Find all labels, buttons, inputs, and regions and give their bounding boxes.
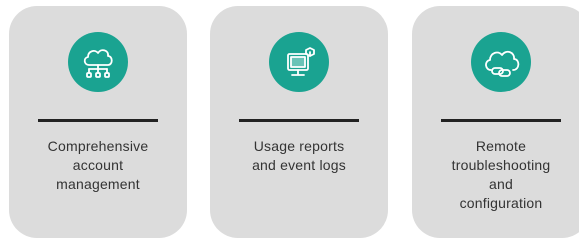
card-label: Usage reports and event logs	[252, 138, 346, 173]
cloud-link-icon	[471, 32, 531, 92]
card-divider	[441, 119, 561, 122]
feature-card-remote-troubleshooting: Remote troubleshooting and configuration	[412, 6, 579, 238]
feature-card-usage-reports: Usage reports and event logs	[210, 6, 388, 238]
cloud-network-icon	[68, 32, 128, 92]
feature-card-account-management: Comprehensive account management	[9, 6, 187, 238]
card-divider	[239, 119, 359, 122]
computer-monitor-icon	[269, 32, 329, 92]
card-label: Remote troubleshooting and configuration	[451, 138, 551, 211]
card-divider	[38, 119, 158, 122]
card-label: Comprehensive account management	[47, 138, 149, 192]
feature-cards: Comprehensive account management Usage r…	[0, 0, 579, 240]
